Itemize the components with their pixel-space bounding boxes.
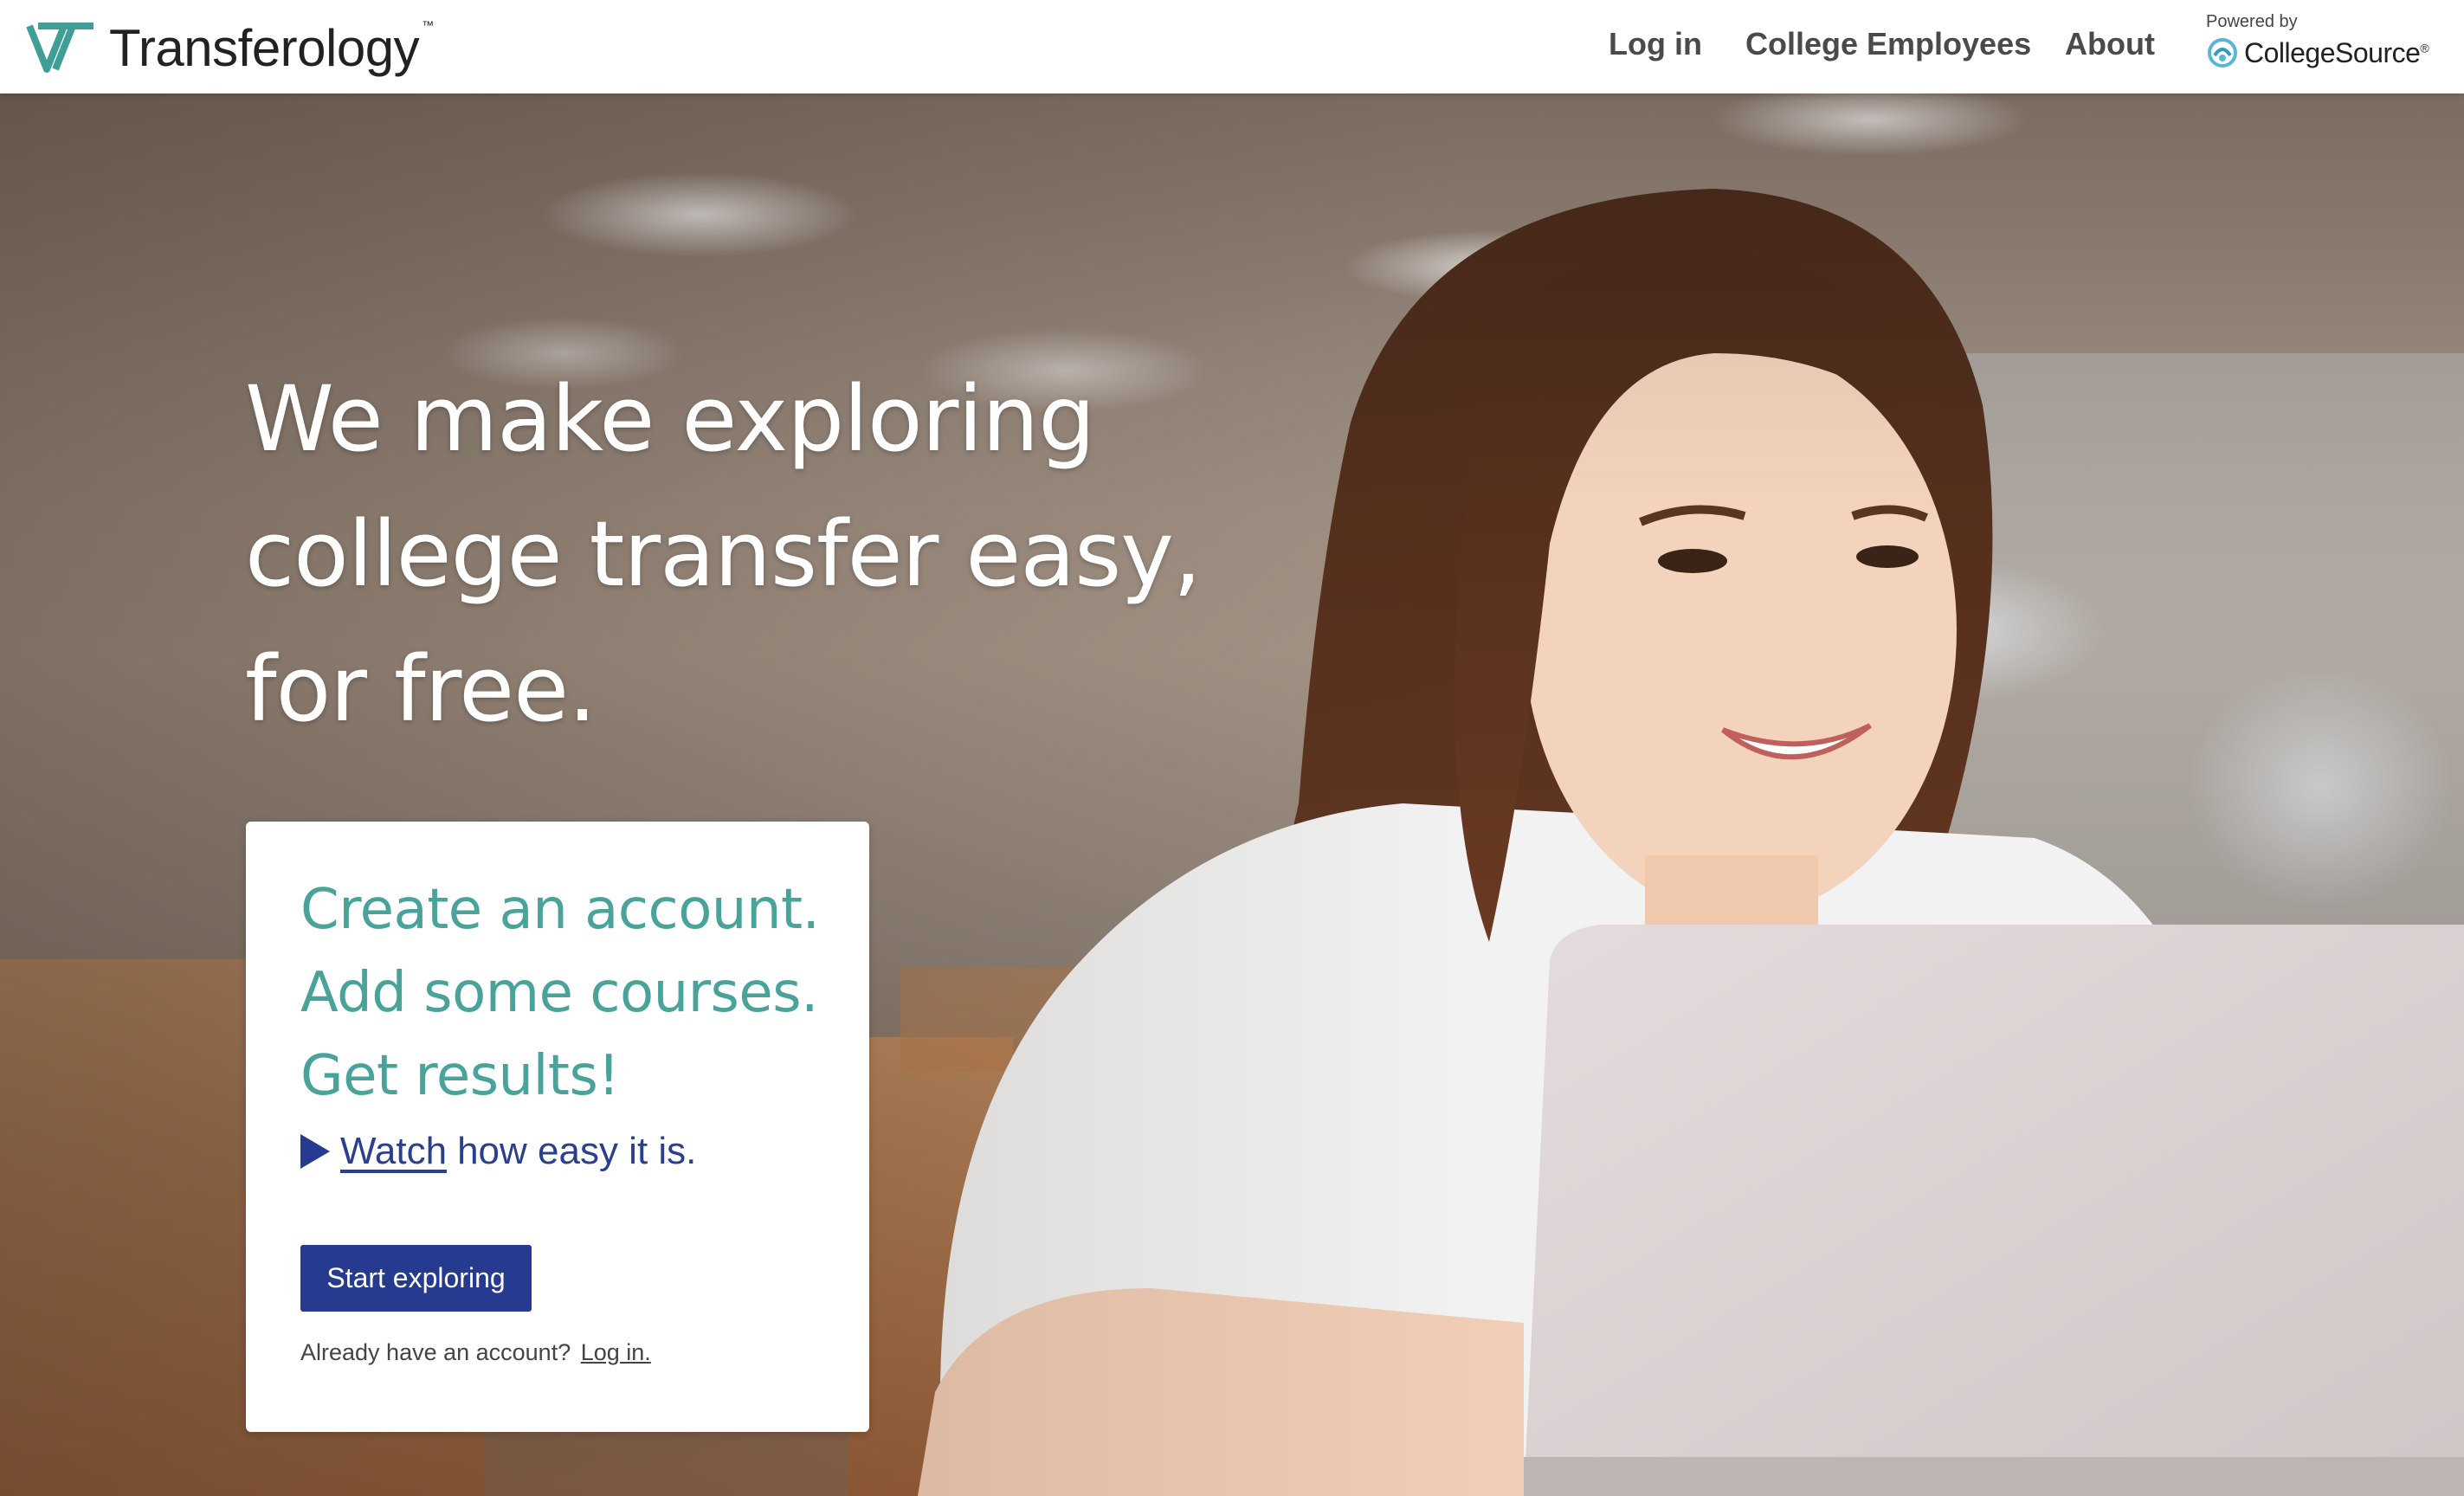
signup-card: Create an account. Add some courses. Get…: [246, 822, 869, 1432]
play-icon[interactable]: [300, 1134, 330, 1169]
headline-line: for free.: [245, 636, 597, 742]
nav-login-link[interactable]: Log in: [1609, 26, 1702, 62]
card-step: Get results!: [300, 1044, 620, 1108]
card-login-link[interactable]: Log in.: [581, 1339, 651, 1365]
site-header: Transferology ™ Log in College Employees…: [0, 0, 2464, 94]
card-step: Add some courses.: [300, 961, 818, 1025]
transferology-logo-icon: [26, 23, 94, 73]
card-steps: Create an account. Add some courses. Get…: [300, 868, 820, 1118]
powered-by-label: Powered by: [2206, 12, 2298, 31]
brand-name: Transferology: [109, 18, 420, 77]
collegesource-logo: CollegeSource®: [2206, 36, 2429, 69]
hero-section: We make exploring college transfer easy,…: [0, 94, 2464, 1496]
hero-headline: We make exploring college transfer easy,…: [245, 351, 1371, 757]
partner-name: CollegeSource®: [2244, 36, 2429, 68]
page: Transferology ™ Log in College Employees…: [0, 0, 2464, 1496]
headline-line: We make exploring: [245, 366, 1095, 472]
watch-video-row: Watch how easy it is.: [300, 1130, 696, 1173]
nav-college-employees-link[interactable]: College Employees: [1745, 26, 2031, 62]
start-exploring-button[interactable]: Start exploring: [300, 1245, 532, 1312]
headline-line: college transfer easy,: [245, 501, 1202, 607]
watch-video-link[interactable]: Watch: [340, 1130, 447, 1173]
collegesource-logo-icon: [2208, 38, 2237, 68]
powered-by-collegesource-link[interactable]: Powered by CollegeSource®: [2206, 12, 2440, 73]
card-step: Create an account.: [300, 878, 820, 942]
existing-account-row: Already have an account? Log in.: [300, 1339, 651, 1366]
watch-caption: how easy it is.: [457, 1130, 697, 1172]
brand-home-link[interactable]: Transferology ™: [26, 17, 434, 78]
nav-about-link[interactable]: About: [2065, 26, 2155, 62]
account-prompt: Already have an account?: [300, 1339, 571, 1365]
brand-trademark: ™: [422, 18, 435, 32]
